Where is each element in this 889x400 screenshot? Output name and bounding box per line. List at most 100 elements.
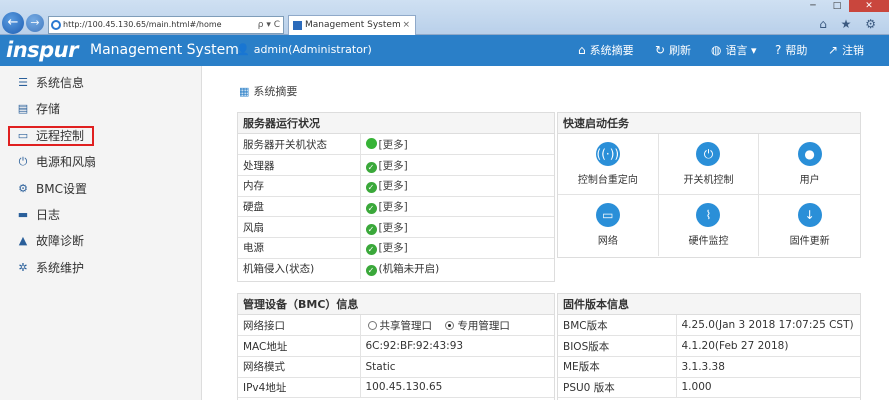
nav-help-label: 帮助 xyxy=(785,44,808,57)
check-icon: ✓ xyxy=(365,202,377,214)
radio-label: 共享管理口 xyxy=(379,319,433,332)
quick-task-console-redirect[interactable]: ((·)) 控制台重定向 xyxy=(558,134,659,195)
quick-task-label: 控制台重定向 xyxy=(577,175,638,186)
sidebar-item-power-fan[interactable]: ⏻ 电源和风扇 xyxy=(0,149,201,175)
sidebar-item-diagnostics[interactable]: ▲ 故障诊断 xyxy=(0,228,201,254)
more-link[interactable]: [更多] xyxy=(379,139,408,151)
console-redirect-icon: ((·)) xyxy=(595,142,620,166)
table-row: 风扇 ✓ [更多] xyxy=(238,216,554,238)
nav-refresh-button[interactable]: ↻ 刷新 xyxy=(655,43,691,58)
list-icon: ☰ xyxy=(18,76,28,89)
warning-icon: ▲ xyxy=(18,234,28,248)
status-value: ✓ [更多] xyxy=(360,154,554,176)
more-link[interactable]: [更多] xyxy=(379,222,408,234)
quick-task-power-control[interactable]: ⏻ 开关机控制 xyxy=(658,134,760,195)
log-icon: ▬ xyxy=(17,207,29,221)
firmware-table: BMC版本 4.25.0(Jan 3 2018 17:07:25 CST) BIO… xyxy=(558,315,860,399)
server-status-table: 服务器开关机状态 [更多] 处理器 ✓ [更多] 内存 ✓ [更多] 硬盘 ✓ [更多] 风扇… xyxy=(238,134,554,279)
firmware-value: 1.000 xyxy=(676,377,860,399)
quick-task-network[interactable]: ▭ 网络 xyxy=(558,195,659,256)
hardware-monitor-icon: ⌇ xyxy=(696,203,721,227)
browser-toolbar-icons[interactable]: ⌂ ★ ⚙ xyxy=(819,17,881,31)
sidebar-item-logs[interactable]: ▬ 日志 xyxy=(0,202,201,228)
page-title: ▦ 系统摘要 xyxy=(239,83,297,99)
radio-selected-icon xyxy=(445,320,455,330)
table-row: 电源 ✓ [更多] xyxy=(238,237,554,259)
more-link[interactable]: [更多] xyxy=(379,160,408,172)
back-button[interactable]: ← xyxy=(2,12,24,34)
status-value: ✓ [更多] xyxy=(360,175,554,197)
nav-summary-button[interactable]: ⌂ 系统摘要 xyxy=(578,43,634,58)
help-icon: ? xyxy=(775,43,782,57)
radio-shared-port[interactable]: 共享管理口 xyxy=(367,319,433,332)
check-icon: ✓ xyxy=(365,182,377,194)
nav-logout-label: 注销 xyxy=(842,44,865,57)
nav-logout-button[interactable]: ↗ 注销 xyxy=(828,43,864,58)
bmc-key: IPv4地址 xyxy=(238,377,361,399)
status-key: 机箱侵入(状态) xyxy=(238,258,361,279)
sidebar-item-label: 故障诊断 xyxy=(36,234,85,249)
minimize-button[interactable]: ─ xyxy=(801,0,825,12)
user-icon: ● xyxy=(797,142,822,166)
status-value: ✓ [更多] xyxy=(360,216,554,238)
status-value: [更多] xyxy=(360,134,554,156)
address-bar[interactable]: http://100.45.130.65/main.html#/home ρ ▾… xyxy=(48,16,284,34)
quick-task-hardware-monitor[interactable]: ⌇ 硬件监控 xyxy=(659,195,760,256)
window-controls: ─ □ ✕ xyxy=(801,0,889,12)
status-key: 硬盘 xyxy=(238,196,361,218)
address-tools[interactable]: ρ ▾ C xyxy=(258,17,280,33)
nav-language-label: 语言 xyxy=(725,44,748,57)
radio-dedicated-port[interactable]: 专用管理口 xyxy=(445,320,510,332)
table-row: 服务器开关机状态 [更多] xyxy=(238,134,554,156)
window-close-button[interactable]: ✕ xyxy=(849,0,889,12)
table-row: 内存 ✓ [更多] xyxy=(238,175,554,197)
table-row: PSU0 版本 1.000 xyxy=(558,377,860,399)
firmware-value: 4.25.0(Jan 3 2018 17:07:25 CST) xyxy=(676,315,860,337)
maximize-button[interactable]: □ xyxy=(825,0,849,12)
quick-task-label: 开关机控制 xyxy=(683,175,734,186)
sidebar-item-remote-control[interactable]: ▭ 远程控制 xyxy=(0,123,201,149)
bmc-value: Static xyxy=(360,356,554,378)
app-title: Management System xyxy=(90,42,239,58)
sidebar-item-label: 电源和风扇 xyxy=(36,155,97,170)
nav-language-button[interactable]: ◍ 语言 ▾ xyxy=(711,43,757,58)
sidebar-item-label: 日志 xyxy=(36,207,61,222)
tab-close-icon[interactable]: × xyxy=(402,16,410,35)
sidebar-item-storage[interactable]: ▤ 存储 xyxy=(0,96,201,122)
nav-help-button[interactable]: ? 帮助 xyxy=(775,43,807,58)
check-icon: ✓ xyxy=(365,161,377,173)
bmc-info-table: 网络接口 共享管理口 专用管理口 MAC地址 6C:92:BF:92:43:93 … xyxy=(238,315,554,399)
status-key: 处理器 xyxy=(238,154,361,176)
tab-favicon-icon xyxy=(293,21,302,30)
table-row: 机箱侵入(状态) ✓ (机箱未开启) xyxy=(238,258,554,279)
bmc-value: 6C:92:BF:92:43:93 xyxy=(360,335,554,357)
sidebar-item-maintenance[interactable]: ✲ 系统维护 xyxy=(0,255,201,281)
forward-button[interactable]: → xyxy=(26,14,44,32)
quick-task-users[interactable]: ● 用户 xyxy=(759,134,860,195)
logout-icon: ↗ xyxy=(828,43,839,57)
bmc-key: 网络模式 xyxy=(238,356,361,378)
quick-task-firmware-update[interactable]: ↓ 固件更新 xyxy=(759,195,860,256)
quick-tasks-panel: 快速启动任务 ((·)) 控制台重定向 ⏻ 开关机控制 ● 用户 ▭ 网络 ⌇ 硬件监控 … xyxy=(557,112,861,258)
check-icon: ✓ xyxy=(365,244,377,256)
more-link[interactable]: [更多] xyxy=(379,201,408,213)
inspur-logo: inspur xyxy=(6,38,79,62)
browser-tab[interactable]: Management System × xyxy=(288,15,416,35)
gear-icon: ⚙ xyxy=(18,181,28,195)
sidebar-item-label: 系统维护 xyxy=(36,260,85,275)
sidebar-item-system-info[interactable]: ☰ 系统信息 xyxy=(0,70,201,96)
more-link[interactable]: [更多] xyxy=(379,242,408,254)
sidebar-item-bmc-settings[interactable]: ⚙ BMC设置 xyxy=(0,176,201,202)
nav-summary-label: 系统摘要 xyxy=(589,44,634,57)
status-key: 内存 xyxy=(238,175,361,197)
sidebar: ☰ 系统信息 ▤ 存储 ▭ 远程控制 ⏻ 电源和风扇 ⚙ BMC设置 ▬ 日志 ▲ 故障诊断 … xyxy=(0,66,202,400)
bmc-key: MAC地址 xyxy=(238,335,361,357)
monitor-icon: ▭ xyxy=(17,128,29,142)
firmware-key: PSU0 版本 xyxy=(558,377,677,399)
more-link[interactable]: [更多] xyxy=(379,180,408,192)
status-value: ✓ (机箱未开启) xyxy=(360,258,554,279)
table-row: IPv4地址 100.45.130.65 xyxy=(238,377,554,399)
quick-task-label: 固件更新 xyxy=(789,236,830,247)
firmware-value: 4.1.20(Feb 27 2018) xyxy=(676,335,860,357)
firmware-panel: 固件版本信息 BMC版本 4.25.0(Jan 3 2018 17:07:25 C… xyxy=(557,293,861,400)
